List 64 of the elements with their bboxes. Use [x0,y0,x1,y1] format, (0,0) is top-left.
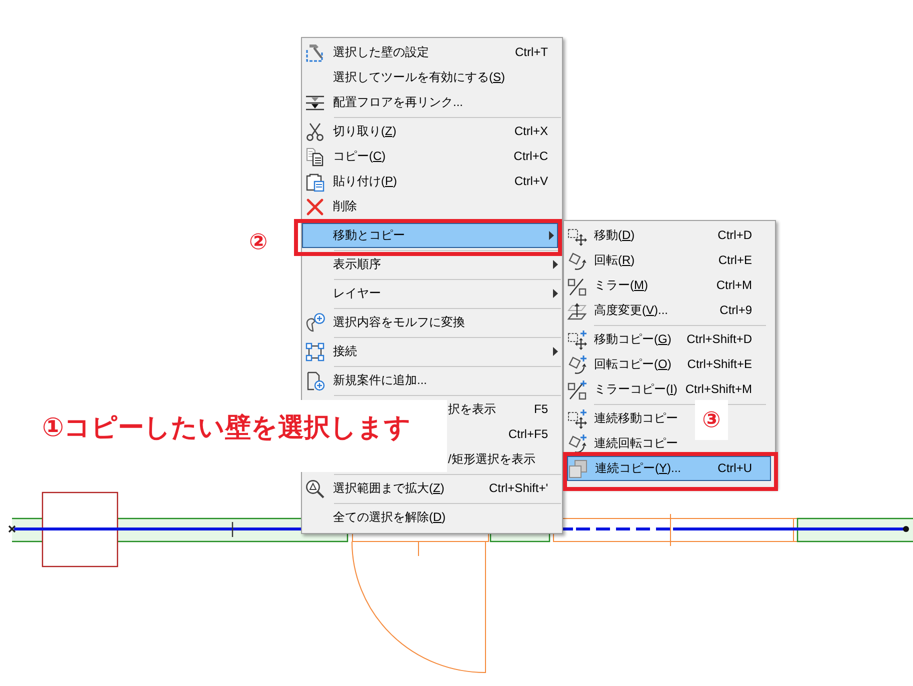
shortcut-label: Ctrl+F5 [508,426,548,443]
rotate-copy-icon [567,434,587,454]
shortcut-label: Ctrl+C [514,148,548,165]
menu-item[interactable]: Ctrl+F5 [447,422,562,447]
elevation-icon [567,300,587,320]
menu-item[interactable]: /矩形選択を表示 [447,447,562,472]
menu-item[interactable]: レイヤー [302,281,562,306]
menu-item[interactable]: 削除 [302,194,562,219]
menu-item[interactable]: 接続 [302,339,562,364]
move-copy-icon [567,408,587,428]
menu-item[interactable]: 全ての選択を解除(D) [302,505,562,530]
document-plus-icon [305,370,325,390]
menu-item[interactable]: 選択してツールを有効にする(S) [302,65,562,90]
shortcut-label: F5 [534,401,548,418]
menu-item[interactable]: 新規案件に追加... [302,368,562,393]
overlapping-squares-icon [568,458,588,478]
shortcut-label: Ctrl+Shift+M [685,381,752,398]
copy-icon [305,146,325,166]
shortcut-label: Ctrl+U [718,460,752,477]
menu-item[interactable]: 択を表示 F5 [447,397,562,422]
shortcut-label: Ctrl+E [718,252,752,269]
move-copy-icon [567,330,587,350]
shortcut-label: Ctrl+V [514,173,548,190]
shortcut-label: Ctrl+Shift+' [489,480,548,497]
shortcut-label: Ctrl+X [514,123,548,140]
step-number: ③ [695,400,728,440]
menu-item[interactable]: 移動(D) Ctrl+D [566,223,771,248]
cross-icon [305,196,325,216]
menu-item[interactable]: 回転コピー(O) Ctrl+Shift+E [566,352,771,377]
clipboard-icon [305,172,325,192]
menu-item[interactable]: 移動コピー(G) Ctrl+Shift+D [566,327,771,352]
rotate-icon [567,250,587,270]
axis-marker-icon [232,522,234,537]
shortcut-label: Ctrl+Shift+D [686,331,752,348]
menu-item[interactable]: 高度変更(V)... Ctrl+9 [566,298,771,323]
menu-item[interactable]: 選択範囲まで拡大(Z) Ctrl+Shift+' [302,476,562,501]
endpoint-dot-icon [903,526,909,532]
magnifier-icon [305,478,325,498]
shortcut-label: Ctrl+M [716,277,752,294]
hammer-icon [305,42,325,62]
menu-item[interactable]: 切り取り(Z) Ctrl+X [302,119,562,144]
shortcut-label: Ctrl+D [718,227,752,244]
menu-item[interactable]: 連続移動コピー [566,406,684,431]
menu-item[interactable]: 移動とコピー [302,223,558,248]
menu-item[interactable]: ミラー(M) Ctrl+M [566,273,771,298]
scissors-icon [305,122,325,142]
menu-item[interactable]: 連続コピー(Y)... Ctrl+U [567,456,771,481]
menu-item[interactable]: 表示順序 [302,252,562,277]
shortcut-label: Ctrl+Shift+E [687,356,752,373]
mirror-copy-icon [567,380,587,400]
menu-item[interactable]: 選択内容をモルフに変換 [302,310,562,335]
menu-item[interactable]: 回転(R) Ctrl+E [566,248,771,273]
menu-item[interactable]: 連続回転コピー [566,431,684,456]
menu-item[interactable]: 配置フロアを再リンク... [302,90,562,115]
menu-item[interactable]: ミラーコピー(I) Ctrl+Shift+M [566,377,771,402]
menu-item[interactable]: コピー(C) Ctrl+C [302,144,562,169]
shape-plus-icon [305,312,325,332]
shortcut-label: Ctrl+9 [720,302,752,319]
menu-item[interactable]: 選択した壁の設定 Ctrl+T [302,40,562,65]
menu-item[interactable]: 貼り付け(P) Ctrl+V [302,169,562,194]
shortcut-label: Ctrl+T [515,44,548,61]
rotate-copy-icon [567,354,587,374]
nodes-icon [305,342,325,362]
endpoint-cross-icon [8,525,16,533]
